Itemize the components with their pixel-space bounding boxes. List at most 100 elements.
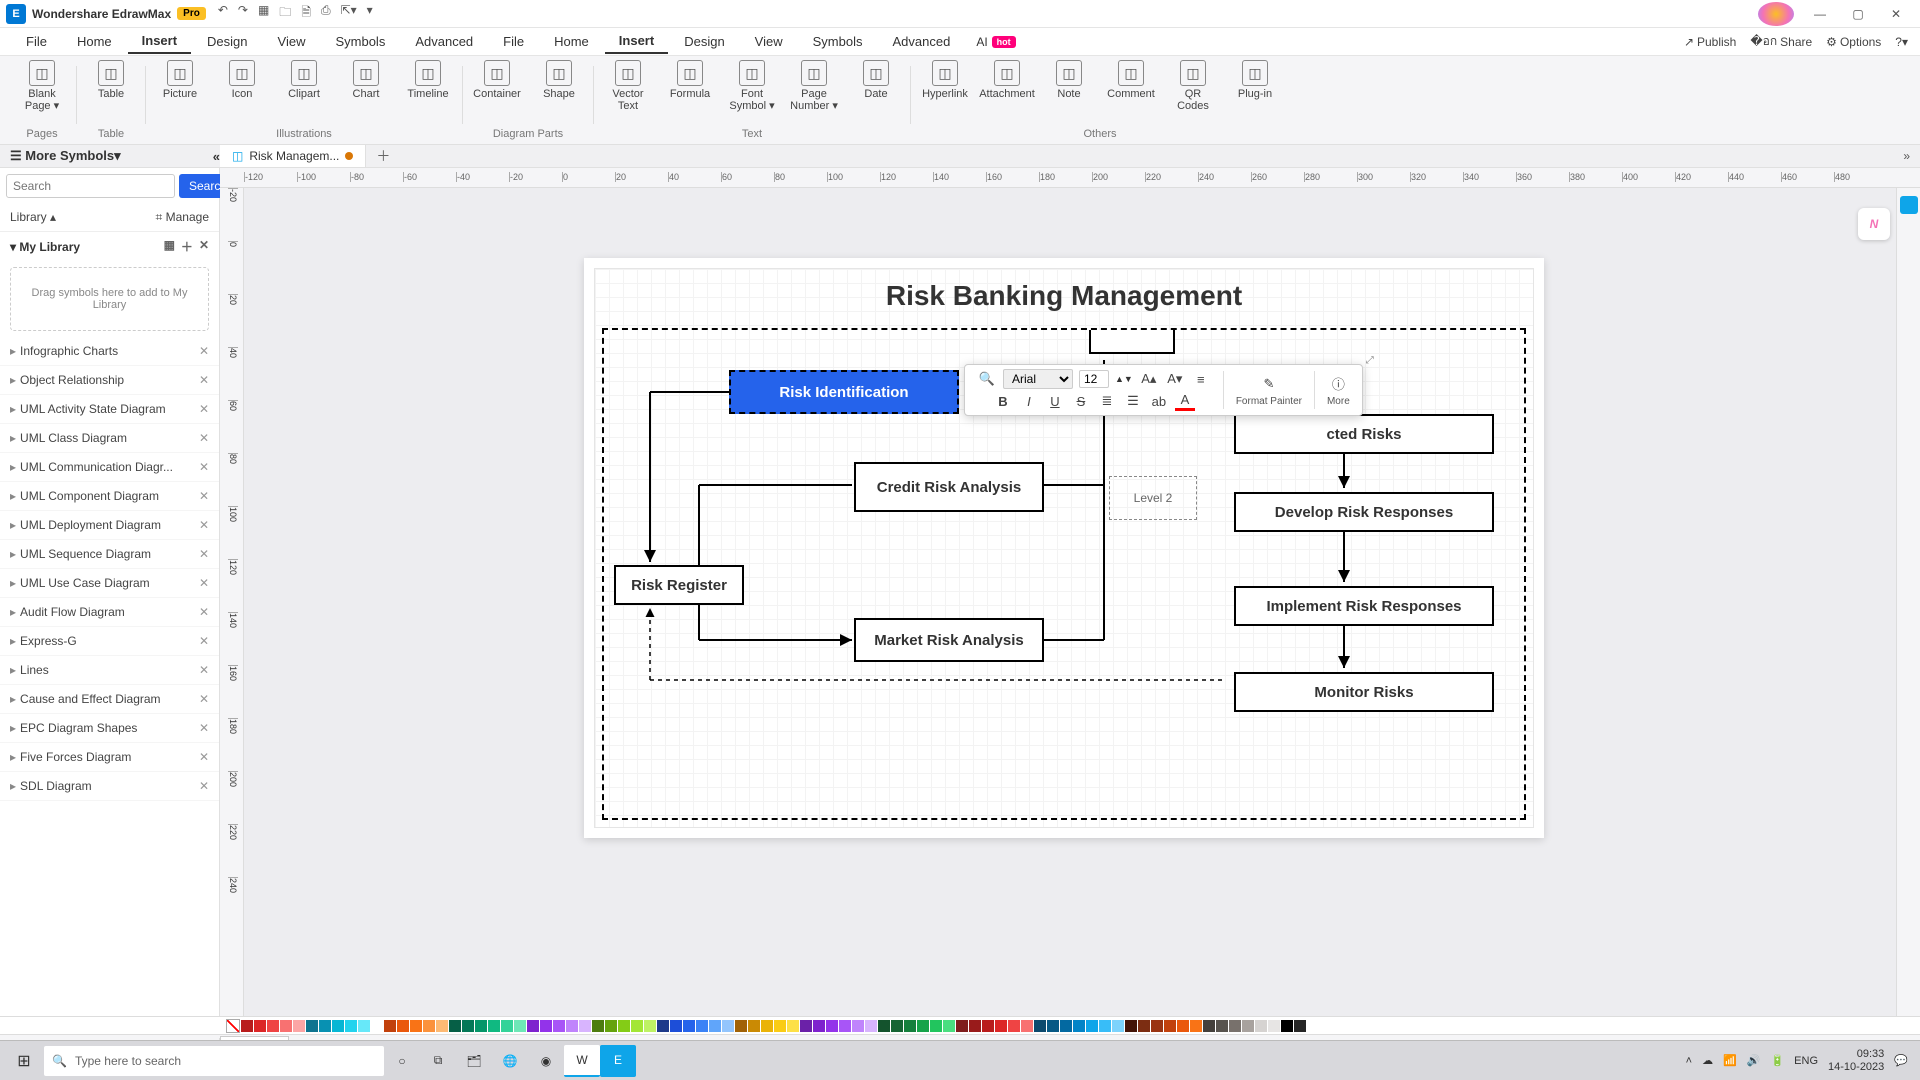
color-swatch[interactable] [397, 1020, 409, 1032]
qat-more-icon[interactable]: ▾ [367, 3, 373, 24]
close-category-icon[interactable]: ✕ [199, 460, 209, 474]
color-swatch[interactable] [384, 1020, 396, 1032]
ribbon-plug-in[interactable]: ◫Plug-in [1231, 60, 1279, 112]
symbol-category[interactable]: ▸Infographic Charts✕ [0, 337, 219, 366]
color-swatch[interactable] [1190, 1020, 1202, 1032]
credit-risk-box[interactable]: Credit Risk Analysis [854, 462, 1044, 512]
color-swatch[interactable] [917, 1020, 929, 1032]
peek-box[interactable] [1089, 330, 1175, 354]
document-tab[interactable]: ◫ Risk Managem... [220, 145, 366, 167]
color-swatch[interactable] [1307, 1020, 1319, 1032]
no-fill-swatch[interactable] [226, 1019, 240, 1033]
strike-icon[interactable]: S [1071, 391, 1091, 411]
ribbon-formula[interactable]: ◫Formula [666, 60, 714, 112]
ribbon-vector[interactable]: ◫VectorText [604, 60, 652, 112]
color-swatch[interactable] [1216, 1020, 1228, 1032]
share-button[interactable]: �อก Share [1750, 32, 1812, 51]
onedrive-icon[interactable]: ☁ [1702, 1054, 1713, 1067]
language-indicator[interactable]: ENG [1794, 1055, 1818, 1067]
ribbon-container[interactable]: ◫Container [473, 60, 521, 100]
close-category-icon[interactable]: ✕ [199, 518, 209, 532]
color-swatch[interactable] [1177, 1020, 1189, 1032]
open-icon[interactable]: 🗀 [279, 3, 291, 24]
lib-grid-icon[interactable]: ▦ [164, 238, 175, 255]
color-swatch[interactable] [488, 1020, 500, 1032]
color-swatch[interactable] [605, 1020, 617, 1032]
close-category-icon[interactable]: ✕ [199, 779, 209, 793]
color-swatch[interactable] [904, 1020, 916, 1032]
color-swatch[interactable] [1086, 1020, 1098, 1032]
color-swatch[interactable] [1268, 1020, 1280, 1032]
symbol-category[interactable]: ▸Lines✕ [0, 656, 219, 685]
ribbon-hyperlink[interactable]: ◫Hyperlink [921, 60, 969, 112]
menu-view[interactable]: View [264, 30, 320, 53]
color-swatch[interactable] [1294, 1020, 1306, 1032]
color-swatch[interactable] [527, 1020, 539, 1032]
grow-font-icon[interactable]: A▴ [1139, 369, 1159, 389]
color-swatch[interactable] [514, 1020, 526, 1032]
symbol-category[interactable]: ▸UML Class Diagram✕ [0, 424, 219, 453]
menu-design[interactable]: Design [670, 30, 738, 53]
close-category-icon[interactable]: ✕ [199, 576, 209, 590]
ribbon-attachment[interactable]: ◫Attachment [983, 60, 1031, 112]
color-swatch[interactable] [956, 1020, 968, 1032]
ribbon-chart[interactable]: ◫Chart [342, 60, 390, 100]
undo-icon[interactable]: ↶ [218, 3, 228, 24]
color-swatch[interactable] [930, 1020, 942, 1032]
color-swatch[interactable] [1281, 1020, 1293, 1032]
color-swatch[interactable] [644, 1020, 656, 1032]
symbol-category[interactable]: ▸UML Sequence Diagram✕ [0, 540, 219, 569]
case-icon[interactable]: ab [1149, 391, 1169, 411]
collapse-sidebar-icon[interactable]: « [213, 149, 220, 164]
explorer-icon[interactable]: 🗂 [456, 1045, 492, 1077]
color-swatch[interactable] [475, 1020, 487, 1032]
color-swatch[interactable] [462, 1020, 474, 1032]
print-icon[interactable]: ⎙ [321, 3, 331, 24]
symbols-panel-header[interactable]: ☰ More Symbols▾ « [0, 148, 220, 164]
ribbon-shape[interactable]: ◫Shape [535, 60, 583, 100]
bullets-icon[interactable]: ≣ [1097, 391, 1117, 411]
shrink-font-icon[interactable]: A▾ [1165, 369, 1185, 389]
color-swatch[interactable] [501, 1020, 513, 1032]
color-swatch[interactable] [787, 1020, 799, 1032]
italic-icon[interactable]: I [1019, 391, 1039, 411]
close-category-icon[interactable]: ✕ [199, 489, 209, 503]
ribbon-comment[interactable]: ◫Comment [1107, 60, 1155, 112]
collapse-right-panel-icon[interactable]: » [1893, 149, 1920, 163]
battery-icon[interactable]: 🔋 [1770, 1054, 1784, 1067]
redo-icon[interactable]: ↷ [238, 3, 248, 24]
symbol-search-input[interactable] [6, 174, 175, 198]
numbering-icon[interactable]: ☰ [1123, 391, 1143, 411]
taskbar-search[interactable]: 🔍 Type here to search [44, 1046, 384, 1076]
publish-button[interactable]: ↗ Publish [1684, 35, 1736, 49]
color-swatch[interactable] [1333, 1020, 1345, 1032]
volume-icon[interactable]: 🔊 [1747, 1054, 1761, 1067]
menu-symbols[interactable]: Symbols [321, 30, 399, 53]
color-swatch[interactable] [1164, 1020, 1176, 1032]
symbol-category[interactable]: ▸Five Forces Diagram✕ [0, 743, 219, 772]
menu-insert[interactable]: Insert [605, 29, 668, 54]
color-swatch[interactable] [592, 1020, 604, 1032]
symbol-category[interactable]: ▸UML Use Case Diagram✕ [0, 569, 219, 598]
color-swatch[interactable] [332, 1020, 344, 1032]
color-swatch[interactable] [566, 1020, 578, 1032]
minimize-button[interactable]: — [1802, 2, 1838, 26]
my-library-toggle[interactable]: ▾ My Library [10, 240, 80, 254]
new-icon[interactable]: ▦ [258, 3, 269, 24]
color-swatch[interactable] [995, 1020, 1007, 1032]
symbol-category[interactable]: ▸UML Activity State Diagram✕ [0, 395, 219, 424]
color-swatch[interactable] [1047, 1020, 1059, 1032]
color-swatch[interactable] [345, 1020, 357, 1032]
menu-file[interactable]: File [489, 30, 538, 53]
color-swatch[interactable] [293, 1020, 305, 1032]
color-swatch[interactable] [722, 1020, 734, 1032]
color-swatch[interactable] [709, 1020, 721, 1032]
task-view-icon[interactable]: ⧉ [420, 1045, 456, 1077]
menu-file[interactable]: File [12, 30, 61, 53]
user-avatar[interactable] [1758, 2, 1794, 26]
more-format-button[interactable]: ⓘ More [1321, 374, 1356, 407]
close-category-icon[interactable]: ✕ [199, 721, 209, 735]
font-picker-icon[interactable]: 🔍 [977, 369, 997, 389]
close-button[interactable]: ✕ [1878, 2, 1914, 26]
color-swatch[interactable] [1203, 1020, 1215, 1032]
